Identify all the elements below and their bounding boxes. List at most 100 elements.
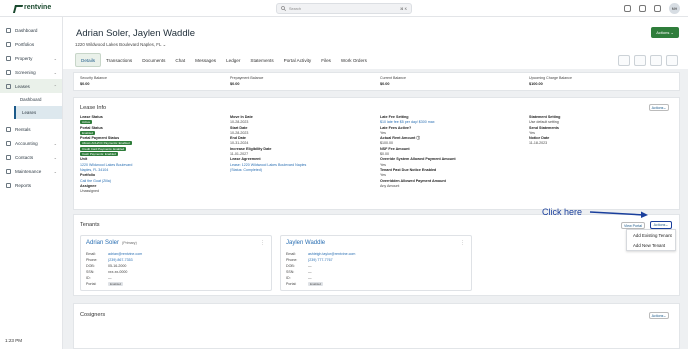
tenant-id-value: — — [108, 276, 112, 280]
tab-messages[interactable]: Messages — [190, 53, 221, 67]
sidebar-item-rentals[interactable]: Rentals — [0, 122, 62, 136]
payment-status-badge: Allows ACH/CC Payments: Enabled — [80, 141, 132, 146]
upcoming-charge-balance: Upcoming Charge Balance $100.00 — [529, 76, 572, 86]
lease-address[interactable]: 1220 Wildwood Lakes Boulevard Naples, FL… — [75, 42, 166, 48]
leases-icon — [6, 83, 11, 89]
sidebar-item-property[interactable]: Property ⌄ — [0, 51, 62, 65]
document-icon[interactable] — [618, 55, 630, 66]
assignee-value: Unassigned — [80, 189, 99, 194]
chevron-down-icon: ⌄ — [53, 168, 57, 174]
sidebar-item-accounting[interactable]: Accounting ⌄ — [0, 136, 62, 150]
tab-ledger[interactable]: Ledger — [221, 53, 245, 67]
balances-bar: Security Balance $0.00 Prepayment Balance… — [73, 72, 680, 91]
search-placeholder: Search — [289, 6, 302, 11]
lease-info-card: Lease Info Actions ⌄ Lease Status Active … — [73, 97, 680, 210]
chevron-down-icon: ⌄ — [53, 69, 57, 75]
payment-status-badge: Credit Card Payments: Enabled — [80, 146, 127, 151]
sidebar-item-contacts[interactable]: Contacts ⌄ — [0, 150, 62, 164]
view-icon[interactable] — [666, 55, 678, 66]
sidebar-subitem-leases[interactable]: Leases — [14, 106, 62, 119]
actions-label: Actions — [651, 313, 664, 318]
tenant-name-row: Jaylen Waddle — [286, 240, 325, 246]
tab-details[interactable]: Details — [75, 53, 102, 67]
sidebar-subitem-dashboard[interactable]: Dashboard — [14, 93, 62, 106]
tenants-card: Tenants View Portal Actions ⌄ Adrian Sole… — [73, 214, 680, 296]
cosigners-actions-button[interactable]: Actions ⌄ — [649, 312, 669, 319]
tenant-email-row: Email: adrian@rentvine.com — [86, 252, 142, 256]
mail-icon[interactable] — [650, 55, 662, 66]
search-input[interactable]: Search ⌘ K — [276, 3, 412, 14]
tab-statements[interactable]: Statements — [245, 53, 278, 67]
sidebar-item-dashboard[interactable]: Dashboard — [0, 23, 62, 37]
field-label: Email: — [86, 252, 96, 256]
avatar[interactable]: MH — [669, 3, 680, 14]
sidebar-item-maintenance[interactable]: Maintenance ⌄ — [0, 164, 62, 178]
tab-files[interactable]: Files — [316, 53, 336, 67]
balance-label: Current Balance — [380, 76, 406, 80]
cosigners-title: Cosigners — [80, 312, 106, 318]
agreement-status[interactable]: (Status: Completed) — [230, 168, 370, 173]
actions-label: Actions — [653, 223, 666, 227]
notifications-icon[interactable] — [639, 5, 646, 12]
more-options-icon[interactable]: ⋮ — [260, 240, 265, 246]
screening-icon — [6, 69, 11, 75]
download-icon[interactable] — [634, 55, 646, 66]
lease-info-col3: Late Fee Setting $10 late fee $5 per day… — [380, 115, 520, 189]
actions-button[interactable]: Actions ⌄ — [651, 27, 679, 38]
tenants-actions-button[interactable]: Actions ⌄ — [650, 221, 672, 229]
field-label: Email: — [286, 252, 296, 256]
tab-chat[interactable]: Chat — [170, 53, 190, 67]
menu-item-add-new-tenant[interactable]: Add New Tenant — [627, 240, 675, 250]
click-here-annotation: Click here — [542, 207, 583, 217]
sidebar-label: Maintenance — [15, 168, 42, 174]
field-label: ID: — [86, 276, 91, 280]
logo-mark-icon — [14, 4, 22, 11]
sidebar-item-leases[interactable]: Leases ⌃ — [0, 79, 62, 93]
menu-item-add-existing-tenant[interactable]: Add Existing Tenant — [627, 230, 675, 240]
balance-label: Prepayment Balance — [230, 76, 264, 80]
share-icon[interactable] — [624, 5, 631, 12]
tenant-phone-row: Phone: (239) 777-7767 — [286, 258, 333, 262]
help-icon[interactable] — [654, 5, 661, 12]
balance-value: $0.00 — [380, 82, 390, 86]
tenant-ssn-row: SSN: xxx-xx-0000 — [86, 270, 127, 274]
lease-info-col2: Move In Date 10-28-2023 Start Date 10-28… — [230, 115, 370, 173]
sidebar-label: Dashboard — [15, 27, 38, 33]
chevron-up-icon: ⌃ — [53, 83, 57, 89]
lease-info-actions-button[interactable]: Actions ⌄ — [649, 104, 669, 111]
rentvine-logo[interactable]: rentvine — [14, 4, 51, 11]
info-icon[interactable]: ⓘ — [416, 136, 420, 140]
actions-label: Actions — [651, 105, 664, 110]
actions-label: Actions — [656, 30, 670, 35]
sidebar-item-screening[interactable]: Screening ⌄ — [0, 65, 62, 79]
tenant-email-link[interactable]: ashleigh.taylor@rentvine.com — [308, 252, 355, 256]
more-options-icon[interactable]: ⋮ — [460, 240, 465, 246]
tenant-name-link[interactable]: Jaylen Waddle — [286, 240, 325, 246]
tenants-title: Tenants — [80, 222, 100, 228]
sidebar-item-reports[interactable]: Reports — [0, 178, 62, 192]
sidebar-label: Accounting — [15, 140, 38, 146]
tab-work-orders[interactable]: Work Orders — [336, 53, 372, 67]
sidebar-item-portfolios[interactable]: Portfolios — [0, 37, 62, 51]
portal-status-badge: Enabled — [80, 130, 96, 135]
tenant-email-link[interactable]: adrian@rentvine.com — [108, 252, 142, 256]
chevron-down-icon: ⌄ — [162, 42, 167, 47]
tab-transactions[interactable]: Transactions — [101, 53, 137, 67]
field-label: Portal: — [286, 282, 297, 286]
tenant-phone-link[interactable]: (239) 777-7767 — [308, 258, 333, 262]
balance-value: $0.00 — [80, 82, 90, 86]
tab-documents[interactable]: Documents — [137, 53, 170, 67]
balance-label: Security Balance — [80, 76, 107, 80]
rentals-icon — [6, 126, 11, 132]
tenant-ssn-value: — — [308, 270, 312, 274]
tenant-name-link[interactable]: Adrian Soler — [86, 240, 119, 246]
arrow-annotation-icon — [589, 211, 648, 218]
tenant-actions-menu: Add Existing Tenant Add New Tenant — [626, 229, 676, 251]
view-portal-button[interactable]: View Portal — [621, 222, 645, 229]
accounting-icon — [6, 140, 11, 146]
field-label: DOB: — [86, 264, 95, 268]
lease-status-badge: Active — [80, 120, 93, 125]
balance-value: $100.00 — [529, 82, 543, 86]
tenant-phone-link[interactable]: (239) 867-7353 — [108, 258, 133, 262]
tab-portal-activity[interactable]: Portal Activity — [279, 53, 317, 67]
